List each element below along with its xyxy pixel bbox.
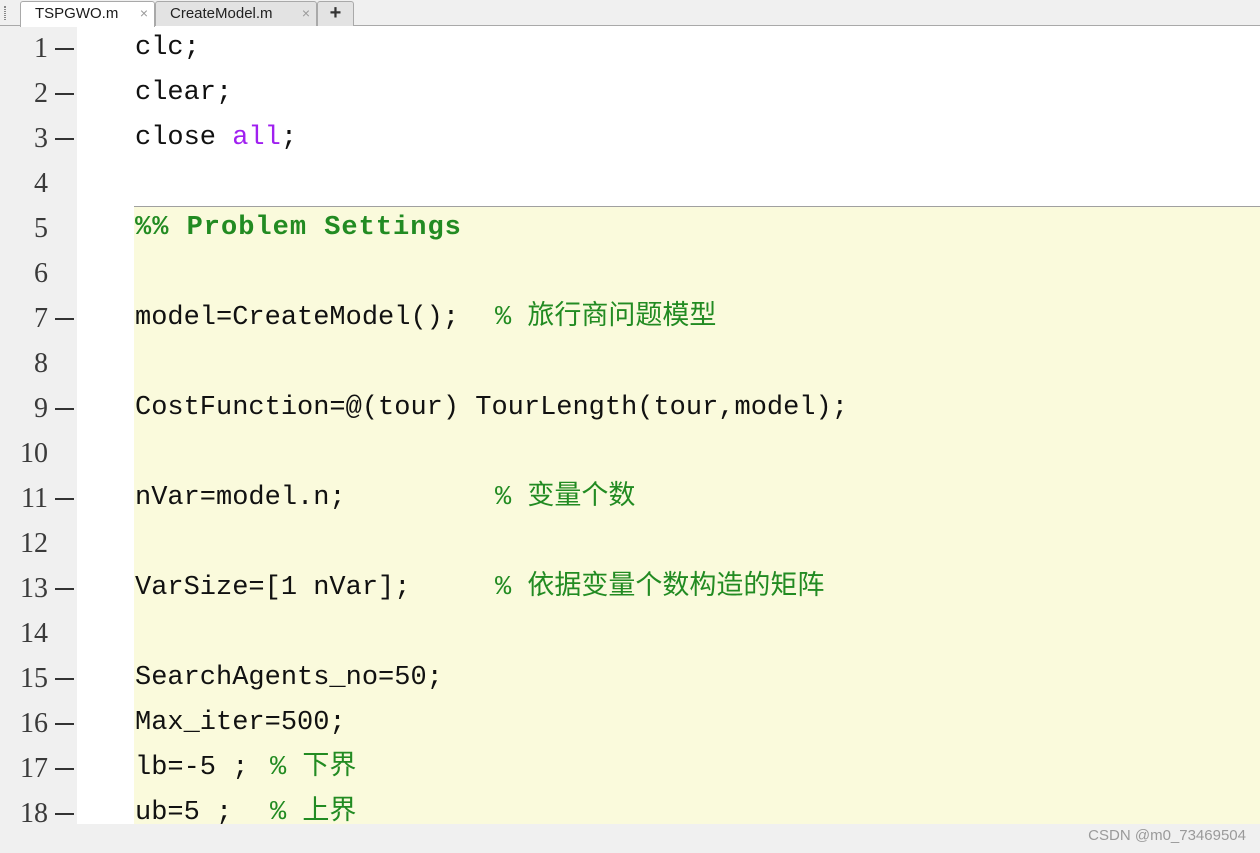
breakpoint-marker[interactable] (55, 48, 74, 50)
line-number: 5 (34, 213, 48, 244)
line-number: 12 (20, 528, 48, 559)
code-line[interactable]: 14 (0, 611, 1260, 656)
code-line[interactable]: 17 lb=-5 ; % 下界 (0, 746, 1260, 791)
code-comment: % 上界 (270, 798, 357, 824)
code-token: ; (280, 123, 298, 153)
code-line[interactable]: 8 (0, 341, 1260, 386)
code-line[interactable]: 7 model=CreateModel(); % 旅行商问题模型 (0, 296, 1260, 341)
code-comment: % 依据变量个数构造的矩阵 (495, 573, 825, 603)
line-number: 6 (34, 258, 48, 289)
breakpoint-marker[interactable] (55, 93, 74, 95)
code-text: lb=-5 ; (135, 753, 249, 783)
breakpoint-marker[interactable] (55, 723, 74, 725)
code-text: nVar=model.n; (135, 483, 346, 513)
plus-icon: + (329, 2, 342, 24)
code-line[interactable]: 4 (0, 161, 1260, 206)
line-number: 2 (34, 78, 48, 109)
line-number: 10 (20, 438, 48, 469)
line-number: 4 (34, 168, 48, 199)
line-number: 9 (34, 393, 48, 424)
code-line[interactable]: 5 %% Problem Settings (0, 206, 1260, 251)
code-text: ub=5 ; (135, 798, 233, 824)
code-line[interactable]: 15 SearchAgents_no=50; (0, 656, 1260, 701)
code-text: VarSize=[1 nVar]; (135, 573, 411, 603)
add-tab-button[interactable]: + (317, 1, 354, 26)
code-line[interactable]: 12 (0, 521, 1260, 566)
line-number: 1 (34, 33, 48, 64)
line-number: 15 (20, 663, 48, 694)
tab-tspgwo[interactable]: TSPGWO.m × (20, 1, 155, 27)
code-line[interactable]: 2 clear; (0, 71, 1260, 116)
code-line[interactable]: 18 ub=5 ; % 上界 (0, 791, 1260, 824)
code-comment: % 变量个数 (495, 483, 636, 513)
code-line[interactable]: 10 (0, 431, 1260, 476)
code-text: close all; (135, 116, 297, 161)
line-number: 7 (34, 303, 48, 334)
code-line[interactable]: 11 nVar=model.n; % 变量个数 (0, 476, 1260, 521)
line-number: 17 (20, 753, 48, 784)
code-comment: % 旅行商问题模型 (495, 303, 717, 333)
cell-title: %% Problem Settings (135, 213, 462, 243)
breakpoint-marker[interactable] (55, 408, 74, 410)
code-line[interactable]: 3 close all; (0, 116, 1260, 161)
code-text: model=CreateModel(); (135, 303, 460, 333)
code-text: clear; (135, 78, 233, 108)
breakpoint-marker[interactable] (55, 678, 74, 680)
code-line[interactable]: 16 Max_iter=500; (0, 701, 1260, 746)
breakpoint-marker[interactable] (55, 768, 74, 770)
tab-label: TSPGWO.m (35, 5, 119, 22)
code-editor[interactable]: 1 clc; 2 clear; 3 close all; 4 5 %% Prob… (0, 26, 1260, 824)
code-line[interactable]: 9 CostFunction=@(tour) TourLength(tour,m… (0, 386, 1260, 431)
line-number: 18 (20, 798, 48, 824)
tab-label: CreateModel.m (170, 5, 273, 22)
code-token: close (135, 123, 233, 153)
code-text: clc; (135, 33, 200, 63)
code-comment: % 下界 (270, 753, 357, 783)
breakpoint-marker[interactable] (55, 498, 74, 500)
line-number: 14 (20, 618, 48, 649)
breakpoint-marker[interactable] (55, 588, 74, 590)
close-icon[interactable]: × (302, 2, 310, 25)
breakpoint-marker[interactable] (55, 318, 74, 320)
close-icon[interactable]: × (140, 2, 148, 25)
code-line[interactable]: 13 VarSize=[1 nVar]; % 依据变量个数构造的矩阵 (0, 566, 1260, 611)
line-number: 16 (20, 708, 48, 739)
code-line[interactable]: 6 (0, 251, 1260, 296)
code-text: Max_iter=500; (135, 708, 346, 738)
code-text: CostFunction=@(tour) TourLength(tour,mod… (135, 393, 848, 423)
status-bar: CSDN @m0_73469504 (0, 824, 1260, 853)
editor-tab-bar: TSPGWO.m × CreateModel.m × + (0, 0, 1260, 27)
breakpoint-marker[interactable] (55, 813, 74, 815)
tab-grip-handle[interactable] (4, 6, 6, 20)
code-text: SearchAgents_no=50; (135, 663, 443, 693)
code-line[interactable]: 1 clc; (0, 26, 1260, 71)
tab-createmodel[interactable]: CreateModel.m × (155, 1, 317, 26)
breakpoint-marker[interactable] (55, 138, 74, 140)
line-number: 8 (34, 348, 48, 379)
string-keyword: all (232, 123, 281, 153)
watermark: CSDN @m0_73469504 (1088, 827, 1246, 844)
line-number: 3 (34, 123, 48, 154)
line-number: 13 (20, 573, 48, 604)
line-number: 11 (21, 483, 48, 514)
